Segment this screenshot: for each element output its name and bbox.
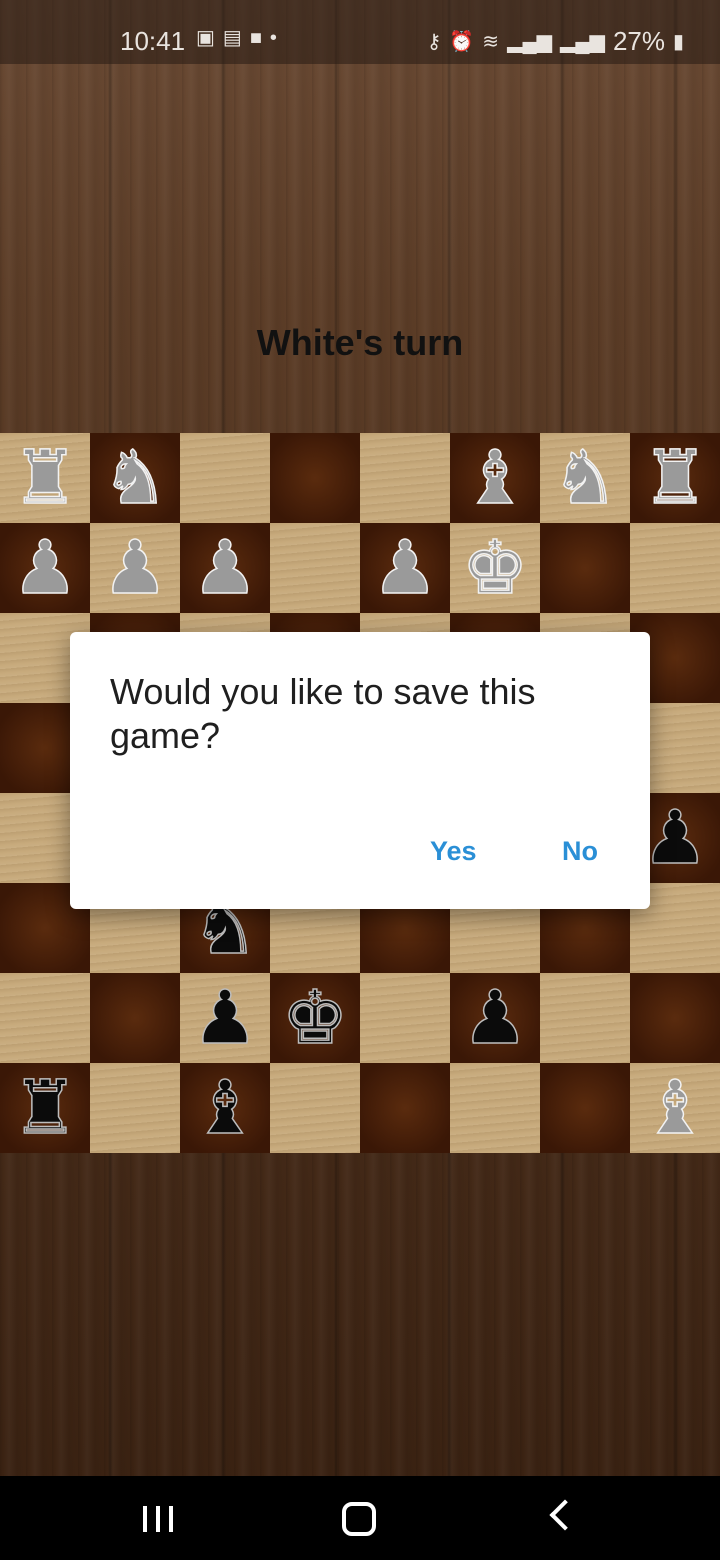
navigation-bar <box>0 1476 720 1560</box>
recent-apps-icon[interactable] <box>143 1506 173 1532</box>
save-game-dialog: Would you like to save this game? Yes No <box>70 632 650 909</box>
back-icon[interactable] <box>549 1499 581 1531</box>
dialog-message: Would you like to save this game? <box>110 671 536 756</box>
yes-button[interactable]: Yes <box>430 836 477 867</box>
no-button[interactable]: No <box>562 836 598 867</box>
home-icon[interactable] <box>342 1502 376 1536</box>
